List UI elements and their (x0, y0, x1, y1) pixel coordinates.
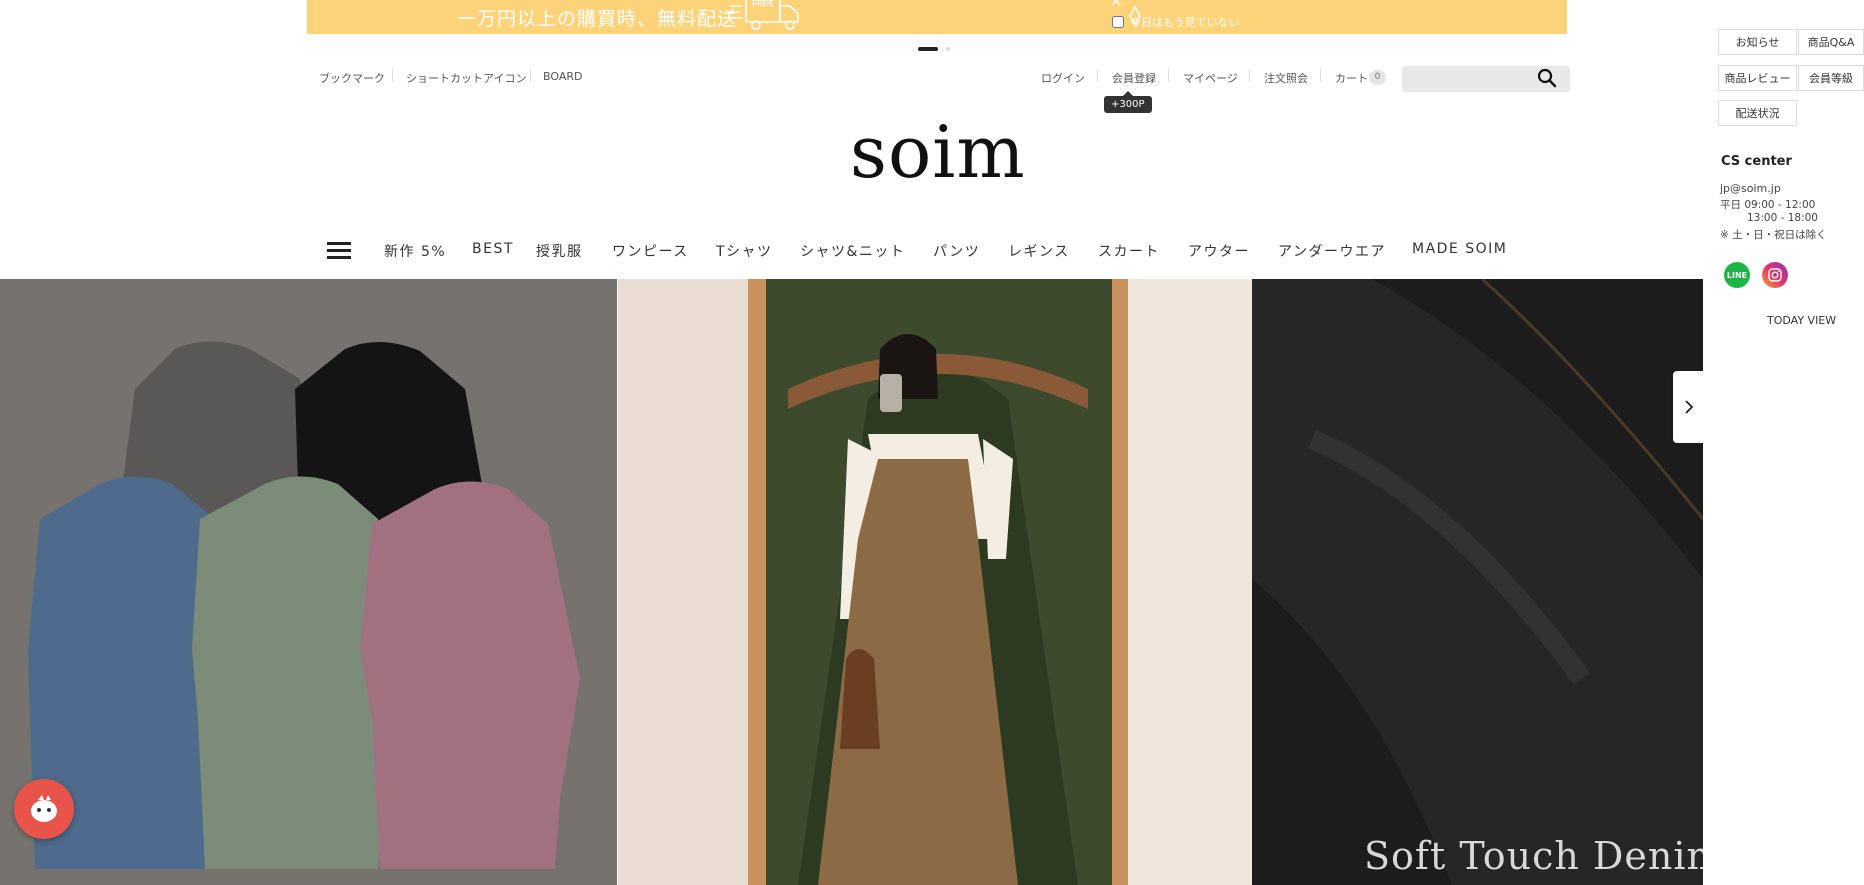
member-grade-button[interactable]: 会員等級 (1798, 65, 1864, 91)
nav-item-leggings[interactable]: レギンス (1008, 241, 1070, 261)
delivery-status-button[interactable]: 配送状況 (1718, 100, 1797, 126)
denim-texture-image (1252, 279, 1703, 885)
slider-next-button[interactable] (1673, 371, 1704, 443)
hero-slide-jumper-dress[interactable] (618, 279, 1252, 885)
register-points-tooltip: +300P (1104, 91, 1152, 113)
pink-sweater (360, 481, 580, 869)
nav-item-nursing[interactable]: 授乳服 (536, 241, 583, 261)
bookmark-link[interactable]: ブックマーク (319, 70, 385, 86)
divider (392, 69, 393, 82)
cart-link[interactable]: カート (1335, 70, 1368, 86)
hero-slider[interactable]: Soft Touch Denim P (0, 279, 1703, 885)
today-view-label[interactable]: TODAY VIEW (1767, 314, 1836, 327)
hero-caption: Soft Touch Denim P (1364, 834, 1703, 878)
divider (1097, 69, 1098, 82)
nav-item-underwear[interactable]: アンダーウエア (1278, 241, 1386, 261)
line-icon[interactable]: LINE (1724, 262, 1750, 288)
promo-banner-text: 一万円以上の購買時、無料配送 (457, 8, 738, 30)
divider (530, 69, 531, 82)
hero-slide-knit-dresses[interactable] (0, 279, 617, 885)
green-sweater (192, 476, 392, 869)
nav-item-made-soim[interactable]: MADE SOIM (1412, 241, 1507, 257)
pager-dot-active[interactable] (918, 47, 938, 51)
nav-item-pants[interactable]: パンツ (933, 241, 980, 261)
chat-bot-icon (31, 795, 57, 822)
cart-count-badge: 0 (1369, 70, 1386, 85)
hero-slide-denim[interactable]: Soft Touch Denim P (1252, 279, 1703, 885)
shortcut-icon-link[interactable]: ショートカットアイコン (406, 70, 526, 86)
cs-email[interactable]: jp@soim.jp (1720, 182, 1781, 195)
truck-label: FREE (752, 0, 774, 8)
chat-bot-button[interactable] (14, 779, 74, 839)
cs-hours-afternoon: 13:00 - 18:00 (1747, 212, 1818, 224)
nav-item-new[interactable]: 新作 5% (384, 241, 446, 261)
product-qa-button[interactable]: 商品Q&A (1798, 29, 1864, 55)
cs-closed-note: ※ 土・日・祝日は除く (1720, 229, 1827, 241)
login-link[interactable]: ログイン (1041, 70, 1085, 86)
dismiss-today-check[interactable] (1112, 16, 1124, 28)
notice-button[interactable]: お知らせ (1718, 29, 1797, 55)
instagram-glyph (1768, 268, 1782, 282)
dismiss-today-label: 今日はもう見ていない (1130, 16, 1240, 29)
cs-center-title: CS center (1721, 154, 1792, 169)
hamburger-icon[interactable] (327, 242, 351, 259)
site-logo[interactable]: soim (850, 110, 1026, 194)
order-inquiry-link[interactable]: 注文照会 (1264, 70, 1308, 86)
pager-dot[interactable] (946, 47, 950, 51)
right-sidebar (1703, 0, 1864, 885)
divider (1168, 69, 1169, 82)
nav-item-skirt[interactable]: スカート (1098, 241, 1160, 261)
chevron-right-icon (1684, 400, 1693, 414)
banner-close-button[interactable]: × (1110, 0, 1123, 10)
mypage-link[interactable]: マイページ (1183, 70, 1238, 86)
instagram-icon[interactable] (1762, 262, 1788, 288)
dismiss-today-checkbox[interactable]: 今日はもう見ていない (1112, 14, 1240, 30)
nav-item-best[interactable]: BEST (472, 241, 514, 257)
mirror-selfie-image (618, 279, 1252, 885)
product-review-button[interactable]: 商品レビュー (1718, 65, 1797, 91)
search-icon[interactable] (1537, 68, 1557, 88)
nav-item-onepiece[interactable]: ワンピース (612, 241, 689, 261)
cs-hours-morning: 平日 09:00 - 12:00 (1720, 199, 1816, 211)
divider (1320, 69, 1321, 82)
knit-dresses-image (28, 341, 580, 869)
nav-item-outer[interactable]: アウター (1188, 241, 1250, 261)
nav-item-shirt-knit[interactable]: シャツ&ニット (800, 241, 905, 261)
banner-pager[interactable] (918, 47, 950, 51)
nav-item-tshirt[interactable]: Tシャツ (716, 241, 773, 261)
register-link[interactable]: 会員登録 (1112, 70, 1156, 86)
truck-icon: FREE (728, 0, 799, 30)
divider (1249, 69, 1250, 82)
board-link[interactable]: BOARD (543, 70, 582, 83)
